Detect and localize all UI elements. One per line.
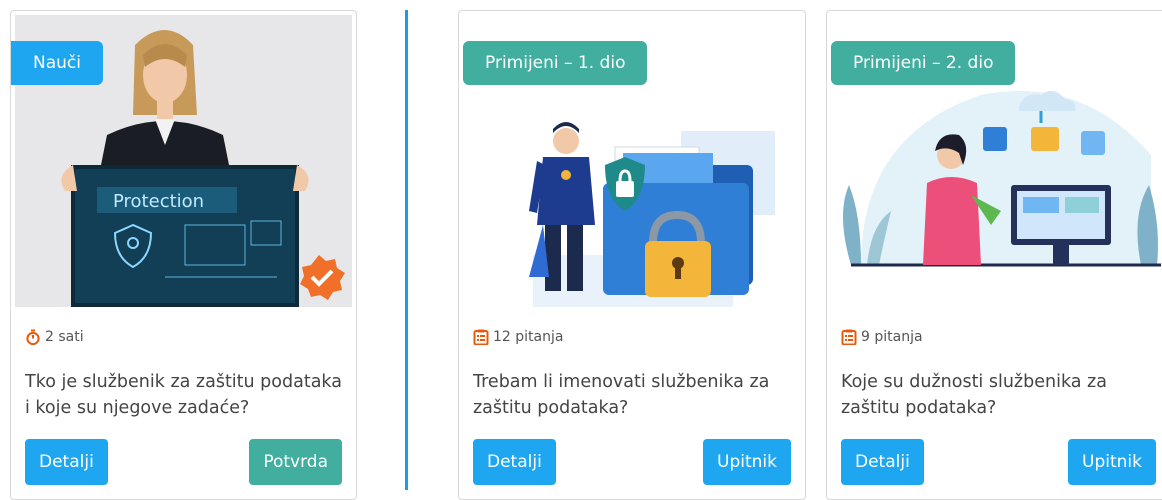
question-count-text: 9 pitanja bbox=[861, 329, 923, 345]
card-meta: 12 pitanja bbox=[473, 329, 563, 345]
image-protection-text: Protection bbox=[113, 191, 204, 212]
card-meta: 9 pitanja bbox=[841, 329, 923, 345]
card-title: Koje su dužnosti službenika za zaštitu p… bbox=[841, 372, 1107, 418]
card-badge: Nauči bbox=[11, 41, 103, 85]
questionnaire-button[interactable]: Upitnik bbox=[1068, 439, 1156, 485]
details-button[interactable]: Detalji bbox=[473, 439, 556, 485]
card-title: Tko je službenik za zaštitu podataka i k… bbox=[25, 372, 342, 418]
section-divider bbox=[405, 10, 408, 490]
question-count-text: 12 pitanja bbox=[493, 329, 564, 345]
card-badge: Primijeni – 1. dio bbox=[463, 41, 648, 85]
questionnaire-button[interactable]: Upitnik bbox=[703, 439, 791, 485]
course-card-apply-2: Primijeni – 2. dio 9 pitanja Koje su duž… bbox=[826, 10, 1162, 500]
course-card-learn: Protection Nauči 2 sati Tko je službenik… bbox=[10, 10, 357, 500]
course-card-apply-1: Primijeni – 1. dio 12 pitanja Trebam li … bbox=[458, 10, 806, 500]
card-badge: Primijeni – 2. dio bbox=[831, 41, 1016, 85]
duration-text: 2 sati bbox=[45, 329, 84, 345]
clipboard-list-icon bbox=[841, 329, 857, 345]
card-title: Trebam li imenovati službenika za zaštit… bbox=[473, 372, 770, 418]
details-button[interactable]: Detalji bbox=[25, 439, 108, 485]
card-meta: 2 sati bbox=[25, 329, 84, 345]
details-button[interactable]: Detalji bbox=[841, 439, 924, 485]
confirm-button[interactable]: Potvrda bbox=[249, 439, 342, 485]
clipboard-list-icon bbox=[473, 329, 489, 345]
stopwatch-icon bbox=[26, 329, 40, 345]
